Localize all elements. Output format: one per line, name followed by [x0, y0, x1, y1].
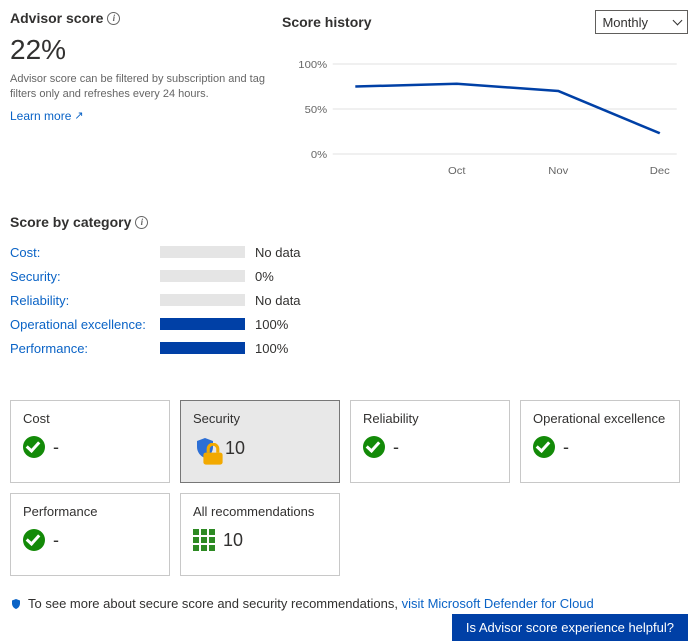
- tile-reliability[interactable]: Reliability -: [350, 400, 510, 483]
- learn-more-link[interactable]: Learn more ↗: [10, 109, 84, 123]
- ytick-50: 50%: [305, 105, 328, 116]
- external-link-icon: ↗: [74, 109, 83, 122]
- tile-title: Operational excellence: [533, 411, 667, 426]
- tile-security[interactable]: Security 10: [180, 400, 340, 483]
- grid-icon: [193, 529, 215, 551]
- tile-value: -: [563, 437, 569, 458]
- category-bar: [160, 246, 245, 258]
- category-value: No data: [255, 245, 301, 260]
- category-value: 100%: [255, 317, 288, 332]
- ytick-0: 0%: [311, 150, 328, 161]
- tile-operational-excellence[interactable]: Operational excellence -: [520, 400, 680, 483]
- category-label[interactable]: Operational excellence:: [10, 317, 160, 332]
- feedback-prompt[interactable]: Is Advisor score experience helpful?: [452, 614, 688, 641]
- tile-performance[interactable]: Performance -: [10, 493, 170, 576]
- tile-title: Cost: [23, 411, 157, 426]
- chevron-down-icon: [673, 15, 683, 25]
- category-list: Cost: No data Security: 0% Reliability: No da…: [10, 240, 688, 360]
- defender-link[interactable]: visit Microsoft Defender for Cloud: [402, 596, 594, 611]
- check-icon: [23, 529, 45, 551]
- category-label[interactable]: Security:: [10, 269, 160, 284]
- category-bar: [160, 318, 245, 330]
- category-value: No data: [255, 293, 301, 308]
- advisor-score-value: 22%: [10, 34, 270, 66]
- category-label[interactable]: Performance:: [10, 341, 160, 356]
- category-label[interactable]: Reliability:: [10, 293, 160, 308]
- shield-info-icon: [10, 598, 22, 610]
- category-bar: [160, 342, 245, 354]
- info-icon[interactable]: i: [135, 216, 148, 229]
- category-row: Operational excellence: 100%: [10, 312, 688, 336]
- tile-title: Performance: [23, 504, 157, 519]
- history-range-select[interactable]: Monthly: [595, 10, 688, 34]
- category-bar: [160, 294, 245, 306]
- footer-text: To see more about secure score and secur…: [28, 596, 402, 611]
- tile-value: -: [53, 437, 59, 458]
- learn-more-label: Learn more: [10, 109, 71, 123]
- category-value: 100%: [255, 341, 288, 356]
- category-label[interactable]: Cost:: [10, 245, 160, 260]
- ytick-100: 100%: [298, 60, 327, 71]
- tile-title: Reliability: [363, 411, 497, 426]
- xtick-oct: Oct: [448, 166, 466, 177]
- score-by-category-heading: Score by category: [10, 214, 131, 230]
- tile-value: 10: [225, 438, 245, 459]
- xtick-nov: Nov: [548, 166, 569, 177]
- xtick-dec: Dec: [650, 166, 671, 177]
- tile-all-recommendations[interactable]: All recommendations 10: [180, 493, 340, 576]
- score-history-chart: 100% 50% 0% Oct Nov Dec: [282, 44, 688, 184]
- category-row: Security: 0%: [10, 264, 688, 288]
- check-icon: [533, 436, 555, 458]
- advisor-score-heading: Advisor score: [10, 10, 103, 26]
- shield-icon: [193, 436, 217, 460]
- tile-value: -: [53, 530, 59, 551]
- tile-grid: Cost-Security10Reliability-Operational e…: [10, 400, 688, 576]
- category-row: Cost: No data: [10, 240, 688, 264]
- history-range-value: Monthly: [602, 15, 648, 30]
- tile-cost[interactable]: Cost -: [10, 400, 170, 483]
- category-row: Performance: 100%: [10, 336, 688, 360]
- category-value: 0%: [255, 269, 274, 284]
- category-row: Reliability: No data: [10, 288, 688, 312]
- tile-title: Security: [193, 411, 327, 426]
- tile-title: All recommendations: [193, 504, 327, 519]
- category-bar: [160, 270, 245, 282]
- check-icon: [23, 436, 45, 458]
- score-history-heading: Score history: [282, 14, 371, 30]
- check-icon: [363, 436, 385, 458]
- info-icon[interactable]: i: [107, 12, 120, 25]
- advisor-help-text: Advisor score can be filtered by subscri…: [10, 72, 270, 103]
- tile-value: 10: [223, 530, 243, 551]
- tile-value: -: [393, 437, 399, 458]
